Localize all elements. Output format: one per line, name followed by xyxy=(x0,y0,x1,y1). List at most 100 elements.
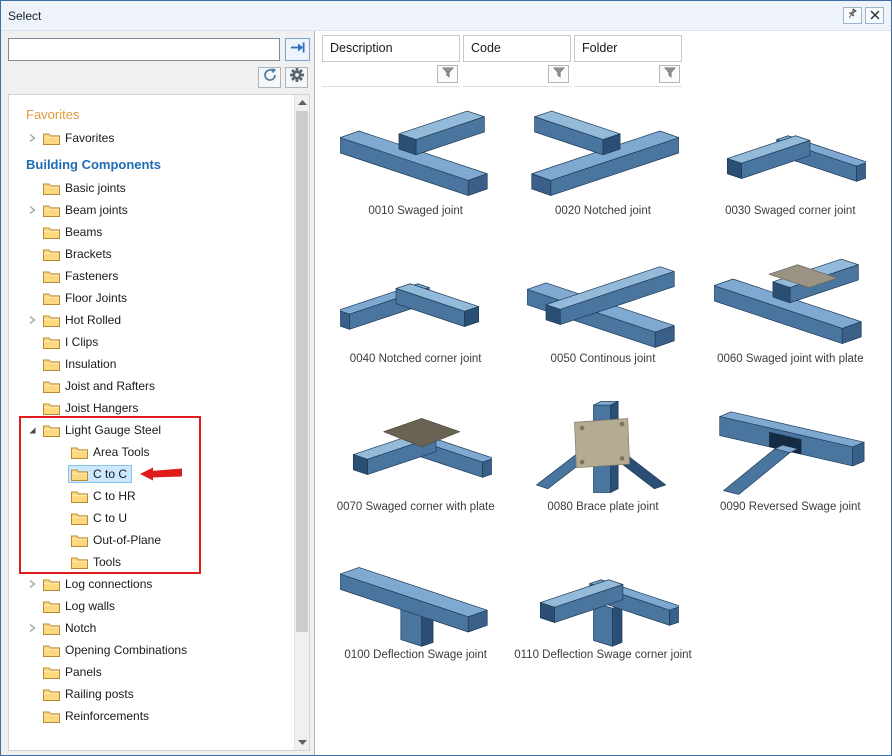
component-item-0040-notched-corner-joint[interactable]: 0040 Notched corner joint xyxy=(340,245,492,365)
tree-item-log-walls[interactable]: Log walls xyxy=(9,595,294,617)
tree-item-beam-joints[interactable]: Beam joints xyxy=(9,199,294,221)
tree-item-log-connections[interactable]: Log connections xyxy=(9,573,294,595)
component-thumbnail-truss xyxy=(714,393,866,499)
tree-item-beams[interactable]: Beams xyxy=(9,221,294,243)
component-item-0030-swaged-corner-joint[interactable]: 0030 Swaged corner joint xyxy=(714,97,866,217)
tree-item-tools[interactable]: Tools xyxy=(9,551,294,573)
component-label: 0020 Notched joint xyxy=(555,205,651,217)
folder-icon xyxy=(43,402,60,415)
column-filter-row xyxy=(322,62,460,87)
pin-button[interactable] xyxy=(843,7,862,24)
filter-button-description[interactable] xyxy=(437,65,458,83)
tree-item-area-tools[interactable]: Area Tools xyxy=(9,441,294,463)
tree-item-hot-rolled[interactable]: Hot Rolled xyxy=(9,309,294,331)
component-label: 0080 Brace plate joint xyxy=(547,501,658,513)
tree-item-fasteners[interactable]: Fasteners xyxy=(9,265,294,287)
component-item-0110-deflection-swage-corner-joint[interactable]: 0110 Deflection Swage corner joint xyxy=(514,541,692,661)
folder-icon xyxy=(43,182,60,195)
component-thumbnail-corner xyxy=(714,97,866,203)
titlebar: Select xyxy=(1,1,891,31)
tree-item-label: C to C xyxy=(93,467,127,481)
tree-item-c-to-u[interactable]: C to U xyxy=(9,507,294,529)
tree-item-selected-highlight: C to C xyxy=(68,465,132,483)
component-item-0050-continous-joint[interactable]: 0050 Continous joint xyxy=(527,245,679,365)
tree-item-panels[interactable]: Panels xyxy=(9,661,294,683)
tree-item-content: Joist Hangers xyxy=(40,399,143,417)
component-label: 0090 Reversed Swage joint xyxy=(720,501,861,513)
column-headers: DescriptionCodeFolder xyxy=(322,35,884,87)
tree-item-label: Joist and Rafters xyxy=(65,379,155,393)
tree-scrollbar[interactable] xyxy=(294,95,309,750)
tree-item-railing-posts[interactable]: Railing posts xyxy=(9,683,294,705)
tree-item-insulation[interactable]: Insulation xyxy=(9,353,294,375)
folder-icon xyxy=(43,578,60,591)
chevron-right-icon[interactable] xyxy=(23,205,40,215)
folder-icon xyxy=(43,292,60,305)
component-label: 0110 Deflection Swage corner joint xyxy=(514,649,692,661)
tree-item-light-gauge-steel[interactable]: Light Gauge Steel xyxy=(9,419,294,441)
chevron-right-icon[interactable] xyxy=(23,579,40,589)
tree-item-content: Fasteners xyxy=(40,267,123,285)
chevron-down-icon[interactable] xyxy=(23,425,40,435)
component-item-0020-notched-joint[interactable]: 0020 Notched joint xyxy=(527,97,679,217)
tree-item-notch[interactable]: Notch xyxy=(9,617,294,639)
chevron-right-icon[interactable] xyxy=(23,133,40,143)
folder-icon xyxy=(43,666,60,679)
tree-section-header-favorites: Favorites xyxy=(9,99,294,127)
folder-icon xyxy=(43,710,60,723)
folder-icon xyxy=(43,424,60,437)
component-item-0090-reversed-swage-joint[interactable]: 0090 Reversed Swage joint xyxy=(714,393,866,513)
component-item-0010-swaged-joint[interactable]: 0010 Swaged joint xyxy=(340,97,492,217)
tree-item-label: Basic joints xyxy=(65,181,126,195)
chevron-right-icon[interactable] xyxy=(23,315,40,325)
tree-item-label: I Clips xyxy=(65,335,98,349)
settings-button[interactable] xyxy=(285,67,308,88)
tree-item-favorites[interactable]: Favorites xyxy=(9,127,294,149)
tree-item-content: Insulation xyxy=(40,355,121,373)
component-label: 0100 Deflection Swage joint xyxy=(344,649,487,661)
component-thumbnail-postTee xyxy=(340,541,492,647)
window-body: FavoritesFavoritesBuilding ComponentsBas… xyxy=(1,31,891,755)
component-item-0100-deflection-swage-joint[interactable]: 0100 Deflection Swage joint xyxy=(340,541,492,661)
tree-item-label: Light Gauge Steel xyxy=(65,423,161,437)
scroll-thumb[interactable] xyxy=(296,111,308,632)
folder-icon xyxy=(43,336,60,349)
funnel-icon xyxy=(442,65,454,83)
component-item-0080-brace-plate-joint[interactable]: 0080 Brace plate joint xyxy=(527,393,679,513)
filter-button-code[interactable] xyxy=(548,65,569,83)
tree-item-joist-and-rafters[interactable]: Joist and Rafters xyxy=(9,375,294,397)
component-item-0070-swaged-corner-with-plate[interactable]: 0070 Swaged corner with plate xyxy=(337,393,495,513)
component-item-0060-swaged-joint-with-plate[interactable]: 0060 Swaged joint with plate xyxy=(714,245,866,365)
tree-item-out-of-plane[interactable]: Out-of-Plane xyxy=(9,529,294,551)
component-label: 0010 Swaged joint xyxy=(368,205,463,217)
tree-item-basic-joints[interactable]: Basic joints xyxy=(9,177,294,199)
close-button[interactable] xyxy=(865,7,884,24)
column-label: Description xyxy=(322,35,460,62)
select-window: Select FavoritesFavoritesBuilding Compon… xyxy=(0,0,892,756)
tree-item-label: Notch xyxy=(65,621,96,635)
scroll-down-button[interactable] xyxy=(295,735,310,750)
search-go-button[interactable] xyxy=(285,38,310,61)
tree-item-i-clips[interactable]: I Clips xyxy=(9,331,294,353)
folder-icon xyxy=(43,622,60,635)
scroll-up-button[interactable] xyxy=(295,95,310,110)
search-input[interactable] xyxy=(8,38,280,61)
tree-item-joist-hangers[interactable]: Joist Hangers xyxy=(9,397,294,419)
folder-icon xyxy=(43,600,60,613)
chevron-right-icon[interactable] xyxy=(23,623,40,633)
filter-button-folder[interactable] xyxy=(659,65,680,83)
tree-item-content: Beam joints xyxy=(40,201,133,219)
tree-item-floor-joints[interactable]: Floor Joints xyxy=(9,287,294,309)
column-header-code: Code xyxy=(463,35,571,87)
tree-item-content: C to HR xyxy=(68,487,141,505)
tree-item-content: Light Gauge Steel xyxy=(40,421,166,439)
left-panel: FavoritesFavoritesBuilding ComponentsBas… xyxy=(1,31,314,755)
tree-item-brackets[interactable]: Brackets xyxy=(9,243,294,265)
tree-item-c-to-c[interactable]: C to C xyxy=(9,463,294,485)
tree-item-opening-combinations[interactable]: Opening Combinations xyxy=(9,639,294,661)
tree-item-content: I Clips xyxy=(40,333,103,351)
folder-icon xyxy=(43,688,60,701)
tree-item-c-to-hr[interactable]: C to HR xyxy=(9,485,294,507)
refresh-button[interactable] xyxy=(258,67,281,88)
tree-item-reinforcements[interactable]: Reinforcements xyxy=(9,705,294,727)
